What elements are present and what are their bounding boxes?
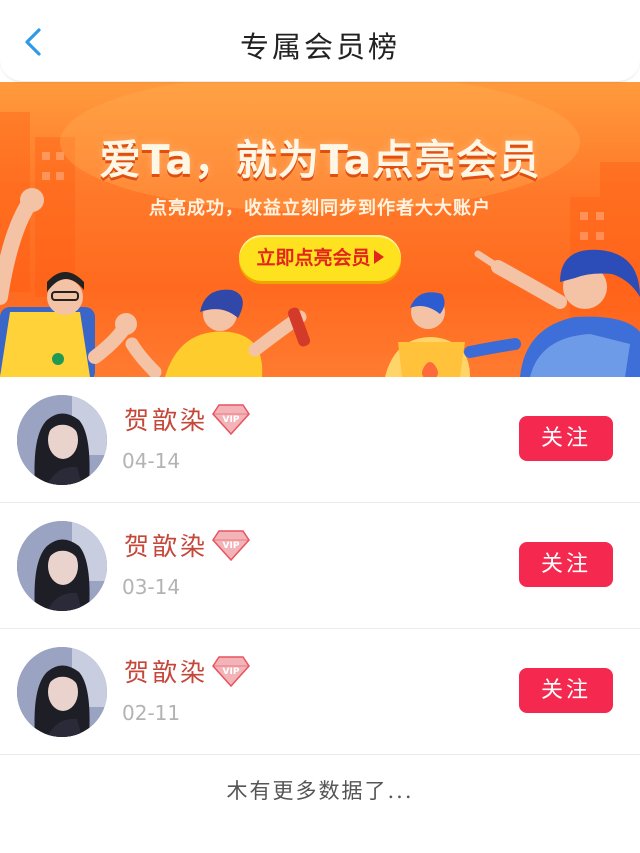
- avatar[interactable]: [17, 647, 107, 737]
- member-name[interactable]: 贺歆染: [124, 401, 208, 437]
- list-item: 贺歆染 VIP 02-11 关注: [0, 629, 640, 755]
- vip-badge-label: VIP: [223, 415, 240, 425]
- member-date: 03-14: [122, 575, 181, 599]
- member-date: 02-11: [122, 701, 181, 725]
- vip-diamond-icon: VIP: [212, 656, 250, 687]
- cta-label: 立即点亮会员: [256, 247, 371, 269]
- list-item: 贺歆染 VIP 03-14 关注: [0, 503, 640, 629]
- no-more-data-text: 木有更多数据了...: [226, 779, 414, 803]
- follow-button[interactable]: 关注: [519, 416, 613, 461]
- avatar[interactable]: [17, 395, 107, 485]
- vip-diamond-icon: VIP: [212, 530, 250, 561]
- member-name[interactable]: 贺歆染: [124, 653, 208, 689]
- light-up-membership-button[interactable]: 立即点亮会员: [239, 235, 401, 281]
- avatar[interactable]: [17, 521, 107, 611]
- member-list: 贺歆染 VIP 04-14 关注 贺歆染 VIP 03-14 关注 贺歆染 VI…: [0, 377, 640, 755]
- page-title: 专属会员榜: [239, 30, 400, 64]
- avatar-photo: [17, 647, 107, 737]
- promo-banner[interactable]: 爱Ta，就为Ta点亮会员 点亮成功，收益立刻同步到作者大大账户 立即点亮会员: [0, 82, 640, 377]
- follow-button[interactable]: 关注: [519, 668, 613, 713]
- member-date: 04-14: [122, 449, 181, 473]
- vip-badge-label: VIP: [223, 541, 240, 551]
- banner-headline: 爱Ta，就为Ta点亮会员: [99, 136, 541, 184]
- play-triangle-icon: [373, 250, 384, 264]
- banner-subtitle: 点亮成功，收益立刻同步到作者大大账户: [149, 198, 491, 219]
- avatar-photo: [17, 521, 107, 611]
- vip-badge-label: VIP: [223, 667, 240, 677]
- avatar-photo: [17, 395, 107, 485]
- top-nav-bar: 专属会员榜: [0, 0, 640, 82]
- member-name[interactable]: 贺歆染: [124, 527, 208, 563]
- vip-diamond-icon: VIP: [212, 404, 250, 435]
- list-item: 贺歆染 VIP 04-14 关注: [0, 377, 640, 503]
- follow-button[interactable]: 关注: [519, 542, 613, 587]
